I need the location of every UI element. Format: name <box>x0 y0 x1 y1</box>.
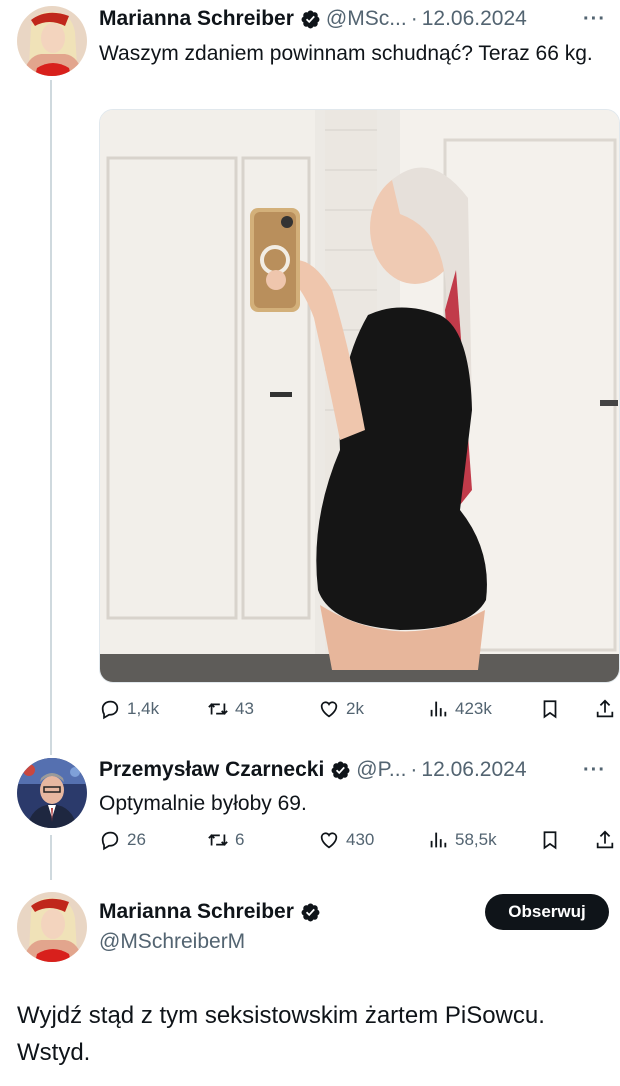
author-handle[interactable]: @P... <box>356 757 406 783</box>
more-icon[interactable]: ··· <box>583 6 606 32</box>
thread-line-1 <box>50 80 52 755</box>
author-name[interactable]: Marianna Schreiber <box>99 6 294 32</box>
repost-button[interactable]: 6 <box>207 829 244 851</box>
repost-count: 6 <box>235 830 245 849</box>
like-button[interactable]: 430 <box>318 829 374 851</box>
verified-badge-icon <box>301 903 320 921</box>
tweet-date[interactable]: 12.06.2024 <box>421 757 526 783</box>
like-icon <box>320 701 338 718</box>
repost-icon <box>208 834 228 846</box>
verified-badge-icon <box>331 761 350 779</box>
avatar-przemyslaw[interactable] <box>17 758 87 828</box>
views-icon <box>430 832 447 848</box>
bookmark-icon <box>543 700 557 719</box>
author-handle[interactable]: @MSchreiberM <box>99 930 245 954</box>
repost-button[interactable]: 43 <box>207 698 254 720</box>
author-handle[interactable]: @MSc... <box>326 6 407 32</box>
bookmark-button[interactable] <box>539 829 561 851</box>
reply-button[interactable]: 1,4k <box>99 698 159 720</box>
views-count: 423k <box>455 699 492 718</box>
tweet1-text: Waszym zdaniem powinnam schudnąć? Teraz … <box>99 42 593 65</box>
thread-line-2 <box>50 835 52 880</box>
verified-badge-icon <box>301 10 320 28</box>
share-icon <box>596 699 614 718</box>
separator-dot: · <box>410 7 418 30</box>
share-icon <box>596 830 614 849</box>
reply-count: 1,4k <box>127 699 160 718</box>
tweet-date[interactable]: 12.06.2024 <box>422 6 527 32</box>
avatar-marianna[interactable] <box>17 6 87 76</box>
author-name[interactable]: Marianna Schreiber <box>99 899 294 925</box>
like-button[interactable]: 2k <box>318 698 364 720</box>
views-button[interactable]: 58,5k <box>427 829 497 851</box>
more-icon[interactable]: ··· <box>583 757 606 783</box>
tweet1-actions: 1,4k 43 2k 423k <box>99 698 616 724</box>
avatar-marianna[interactable] <box>17 892 87 962</box>
tweet1-header: Marianna Schreiber @MSc... · 12.06.2024 … <box>99 6 606 32</box>
tweet2-text: Optymalnie byłoby 69. <box>99 792 307 815</box>
reply-icon <box>101 700 119 720</box>
tweet2-header: Przemysław Czarnecki @P... · 12.06.2024 … <box>99 757 606 783</box>
separator-dot: · <box>410 758 418 781</box>
reply-count: 26 <box>127 830 146 849</box>
bookmark-button[interactable] <box>539 698 561 720</box>
bookmark-icon <box>543 831 557 850</box>
like-icon <box>320 832 338 849</box>
repost-count: 43 <box>235 699 254 718</box>
reply-icon <box>101 831 119 851</box>
author-name[interactable]: Przemysław Czarnecki <box>99 757 324 783</box>
views-count: 58,5k <box>455 830 497 849</box>
tweet3-header: Marianna Schreiber <box>99 899 480 925</box>
views-icon <box>430 701 447 717</box>
repost-icon <box>208 703 228 715</box>
tweet-photo[interactable] <box>99 109 620 683</box>
share-button[interactable] <box>594 698 616 720</box>
tweet2-actions: 26 6 430 58,5k <box>99 829 616 855</box>
like-count: 2k <box>346 699 364 718</box>
views-button[interactable]: 423k <box>427 698 492 720</box>
tweet3-text: Wyjdź stąd z tym seksistowskim żartem Pi… <box>17 1002 545 1066</box>
like-count: 430 <box>346 830 375 849</box>
reply-button[interactable]: 26 <box>99 829 146 851</box>
share-button[interactable] <box>594 829 616 851</box>
follow-button[interactable]: Obserwuj <box>485 894 609 930</box>
